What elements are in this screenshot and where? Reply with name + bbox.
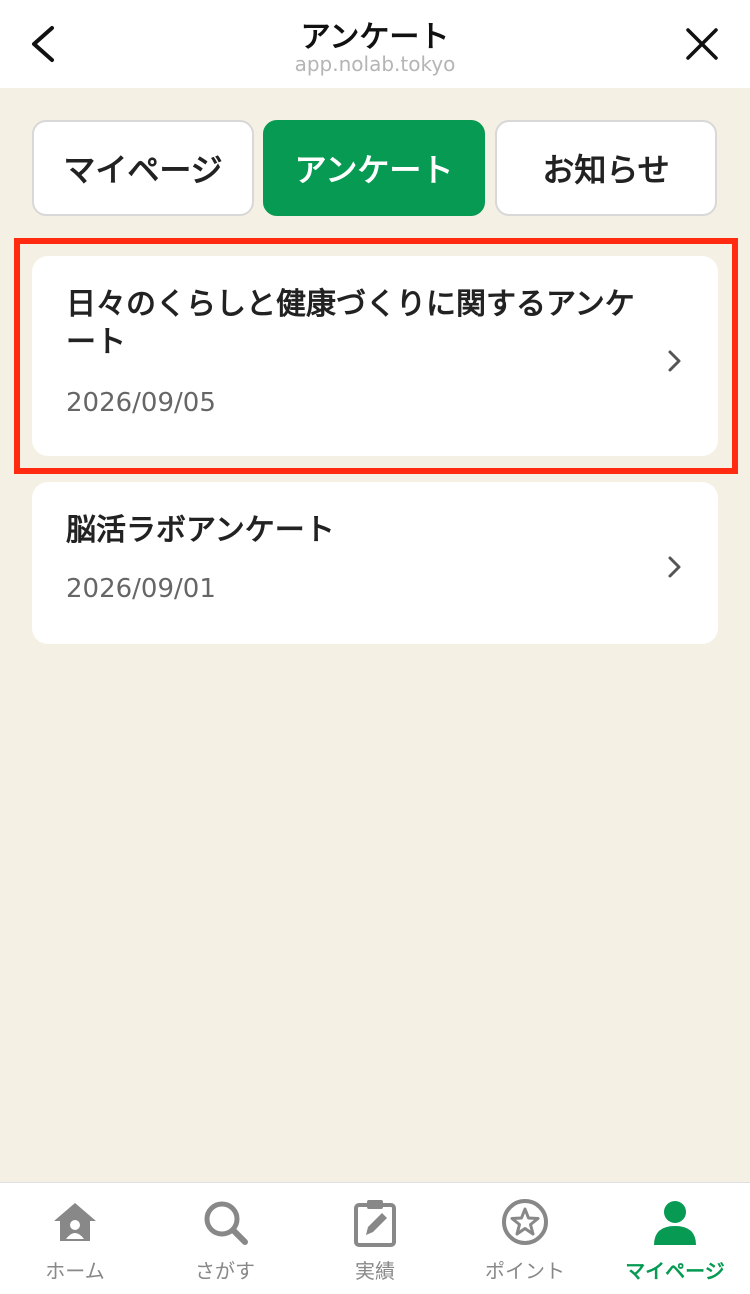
- nav-label: ポイント: [485, 1259, 565, 1283]
- tab-survey[interactable]: アンケート: [263, 120, 485, 216]
- nav-label: 実績: [355, 1259, 395, 1283]
- survey-card[interactable]: 脳活ラボアンケート 2026/09/01: [32, 482, 718, 644]
- star-circle-icon: [502, 1199, 548, 1245]
- edit-clipboard-icon: [354, 1200, 396, 1247]
- tab-news[interactable]: お知らせ: [495, 120, 717, 216]
- tab-mypage[interactable]: マイページ: [32, 120, 254, 216]
- nav-label: さがす: [195, 1259, 255, 1283]
- chevron-right-icon: [668, 556, 681, 578]
- nav-points[interactable]: ポイント: [450, 1183, 600, 1294]
- page-title: アンケート: [300, 20, 450, 55]
- search-icon: [204, 1201, 248, 1245]
- nav-label: マイページ: [625, 1259, 725, 1283]
- segment-tabs: マイページ アンケート お知らせ: [32, 120, 718, 216]
- nav-label: ホーム: [45, 1259, 105, 1283]
- nav-records[interactable]: 実績: [300, 1183, 450, 1294]
- top-bar: アンケート app.nolab.tokyo: [0, 0, 750, 88]
- bottom-nav: ホーム さがす 実績 ポイント マイページ: [0, 1182, 750, 1294]
- person-icon: [654, 1201, 696, 1245]
- nav-home[interactable]: ホーム: [0, 1183, 150, 1294]
- nav-mypage[interactable]: マイページ: [600, 1183, 750, 1294]
- home-icon: [54, 1203, 96, 1241]
- survey-date: 2026/09/01: [66, 574, 216, 604]
- nav-search[interactable]: さがす: [150, 1183, 300, 1294]
- survey-title: 脳活ラボアンケート: [66, 513, 335, 548]
- page-url: app.nolab.tokyo: [294, 52, 456, 76]
- highlight-box: [14, 238, 738, 474]
- close-icon[interactable]: [682, 24, 722, 64]
